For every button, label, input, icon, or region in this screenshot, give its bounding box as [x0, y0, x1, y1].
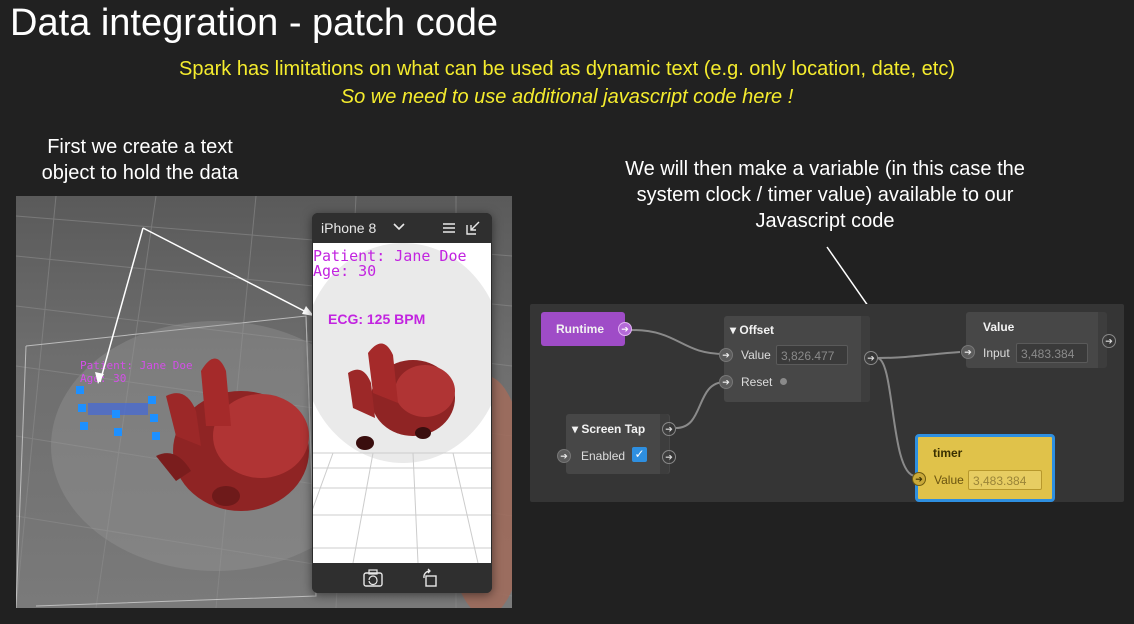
offset-node[interactable]: ▾ Offset ➔ Value 3,826.477 ➔ Reset — [719, 316, 870, 402]
screen-tap-enabled-label: Enabled — [581, 449, 626, 463]
offset-reset-label: Reset — [741, 375, 773, 389]
value-input-port[interactable]: ➔ — [961, 345, 975, 359]
collapse-icon[interactable] — [466, 220, 481, 235]
preview-toolbar: iPhone 8 — [312, 213, 492, 243]
offset-reset-dot[interactable] — [780, 378, 787, 385]
device-name[interactable]: iPhone 8 — [321, 220, 376, 236]
preview-footer — [312, 563, 492, 593]
timer-value-label: Value — [934, 473, 964, 487]
patch-editor[interactable]: Runtime ➔ ▾ Offset ➔ Value 3,826.477 ➔ R… — [530, 304, 1124, 502]
preview-screen[interactable]: Patient: Jane Doe Age: 30 ECG: 125 BPM — [313, 243, 491, 563]
timer-value-port[interactable]: ➔ — [912, 472, 926, 486]
value-node[interactable]: Value ➔ Input 3,483.384 — [961, 312, 1106, 368]
runtime-node[interactable]: Runtime — [541, 312, 625, 346]
runtime-output-port[interactable]: ➔ — [618, 322, 632, 336]
screen-tap-node-title: ▾ Screen Tap — [572, 422, 646, 436]
screen-tap-output-port-1[interactable]: ➔ — [662, 422, 676, 436]
value-input-label: Input — [983, 346, 1010, 360]
rotate-icon[interactable] — [420, 568, 440, 588]
timer-node-title: timer — [933, 446, 963, 460]
screen-tap-enabled-checkbox[interactable]: ✓ — [632, 447, 647, 462]
value-node-title: Value — [983, 320, 1015, 334]
offset-node-title: ▾ Offset — [730, 323, 775, 337]
device-preview: iPhone 8 Patient: Jane Doe Age: 30 ECG: … — [312, 213, 492, 593]
screen-tap-node[interactable]: ▾ Screen Tap ➔ Enabled ✓ — [557, 414, 670, 474]
runtime-node-title: Runtime — [556, 322, 604, 336]
chevron-down-icon[interactable] — [392, 219, 406, 233]
timer-node[interactable]: timer ➔ Value 3,483.384 — [912, 434, 1055, 502]
offset-reset-port[interactable]: ➔ — [719, 375, 733, 389]
offset-value-label: Value — [741, 348, 771, 362]
screen-tap-output-port-2[interactable]: ➔ — [662, 450, 676, 464]
offset-value-field[interactable]: 3,826.477 — [776, 345, 848, 365]
preview-graphics — [313, 243, 491, 563]
value-input-field[interactable]: 3,483.384 — [1016, 343, 1088, 363]
menu-icon[interactable] — [442, 221, 456, 235]
camera-switch-icon[interactable] — [362, 568, 384, 588]
screen-tap-enabled-port[interactable]: ➔ — [557, 449, 571, 463]
preview-patient-text: Patient: Jane Doe Age: 30 — [313, 247, 467, 280]
preview-ecg-text: ECG: 125 BPM — [328, 311, 426, 327]
value-output-port[interactable]: ➔ — [1102, 334, 1116, 348]
offset-output-port[interactable]: ➔ — [864, 351, 878, 365]
offset-value-port[interactable]: ➔ — [719, 348, 733, 362]
note-variable: We will then make a variable (in this ca… — [625, 158, 1025, 232]
callout-arrows-left — [95, 227, 314, 384]
timer-value-field[interactable]: 3,483.384 — [968, 470, 1042, 490]
